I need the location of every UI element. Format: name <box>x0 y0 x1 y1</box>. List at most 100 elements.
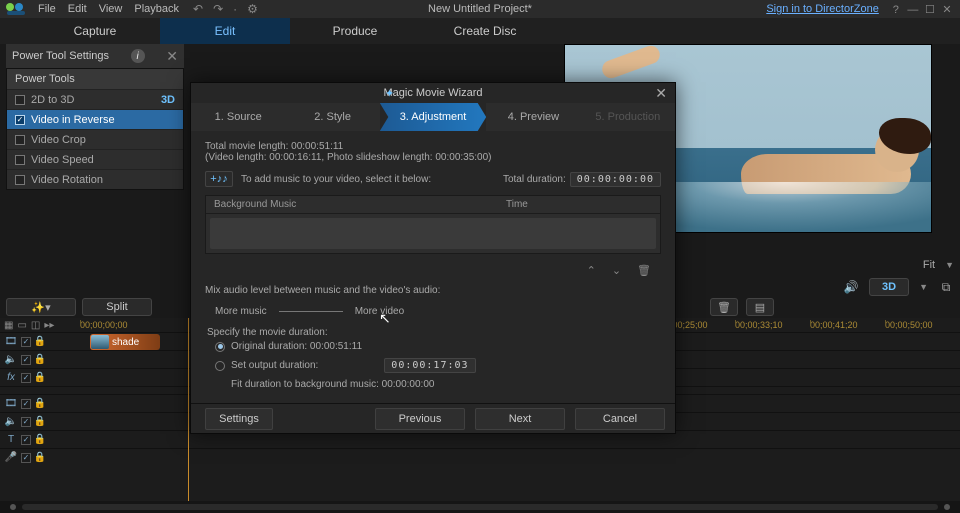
checkbox-icon[interactable] <box>15 95 25 105</box>
volume-icon[interactable]: 🔊 <box>843 279 859 295</box>
fit-duration-label: Fit duration to background music: 00:00:… <box>207 376 659 393</box>
pt-item-video-reverse[interactable]: ✓ Video in Reverse <box>7 109 183 129</box>
zoom-in-icon[interactable] <box>944 504 950 510</box>
step-preview[interactable]: 4. Preview <box>486 103 580 131</box>
slider-track[interactable] <box>279 311 343 312</box>
track-tool-icon[interactable]: ▸▸ <box>44 320 54 331</box>
move-up-icon[interactable]: ⌃ <box>587 264 596 277</box>
chevron-down-icon[interactable]: ▼ <box>919 282 928 292</box>
option-set-output-duration[interactable]: Set output duration: 00:00:17:03 <box>207 355 659 376</box>
step-source[interactable]: 1. Source <box>191 103 285 131</box>
power-tool-title: Power Tool Settings <box>12 50 109 62</box>
pt-item-video-crop[interactable]: Video Crop <box>7 129 183 149</box>
speaker-icon: 🔈 <box>4 415 18 429</box>
horizontal-scrollbar[interactable] <box>0 501 960 513</box>
track-enable-checkbox[interactable]: ✓ <box>21 337 31 347</box>
close-icon[interactable]: ✕ <box>940 3 954 16</box>
track-tool-icon[interactable]: ▦ <box>4 320 13 331</box>
checkbox-icon[interactable] <box>15 135 25 145</box>
pt-item-2d-to-3d[interactable]: 2D to 3D 3D <box>7 89 183 109</box>
gear-icon[interactable]: ⚙ <box>247 2 258 16</box>
tab-edit[interactable]: Edit <box>160 18 290 44</box>
col-time[interactable]: Time <box>506 199 652 210</box>
clip-label: shade <box>112 337 139 348</box>
trash-button[interactable]: 🗑 <box>710 298 738 316</box>
step-production: 5. Production <box>581 103 675 131</box>
close-icon[interactable]: ✕ <box>655 85 667 102</box>
tab-produce[interactable]: Produce <box>290 18 420 44</box>
move-down-icon[interactable]: ⌄ <box>612 264 621 277</box>
radio-icon[interactable] <box>215 342 225 352</box>
settings-button[interactable]: Settings <box>205 408 273 430</box>
arrange-button[interactable]: ▤ <box>746 298 774 316</box>
track-tool-icon[interactable]: ◫ <box>31 320 40 331</box>
wizard-footer: Settings Previous Next Cancel <box>191 403 675 433</box>
track-enable-checkbox[interactable]: ✓ <box>21 435 31 445</box>
lock-icon[interactable]: 🔒 <box>34 372 46 384</box>
undo-icon[interactable]: ↶ <box>193 2 203 16</box>
lock-icon[interactable]: 🔒 <box>34 452 46 464</box>
menu-edit[interactable]: Edit <box>68 3 87 15</box>
mix-label: Mix audio level between music and the vi… <box>205 285 661 296</box>
checkbox-icon[interactable] <box>15 155 25 165</box>
zoom-out-icon[interactable] <box>10 504 16 510</box>
more-music-label: More music <box>215 306 267 317</box>
redo-icon[interactable]: ↷ <box>213 2 223 16</box>
lock-icon[interactable]: 🔒 <box>34 398 46 410</box>
menu-file[interactable]: File <box>38 3 56 15</box>
add-music-button[interactable]: +♪♪ <box>205 171 233 187</box>
lock-icon[interactable]: 🔒 <box>34 336 46 348</box>
previous-button[interactable]: Previous <box>375 408 465 430</box>
radio-icon[interactable] <box>215 361 225 371</box>
video-clip[interactable]: shade <box>90 334 160 350</box>
track-enable-checkbox[interactable]: ✓ <box>21 399 31 409</box>
step-adjustment[interactable]: 3. Adjustment <box>380 103 486 131</box>
info-icon[interactable]: i <box>131 49 145 63</box>
voice-track[interactable]: 🎤✓🔒 <box>0 448 960 466</box>
3d-toggle-button[interactable]: 3D <box>869 278 909 296</box>
menu-playback[interactable]: Playback <box>134 3 179 15</box>
fit-dropdown[interactable]: Fit <box>923 259 935 271</box>
chevron-down-icon[interactable]: ▼ <box>945 260 954 270</box>
power-tools-header: Power Tools <box>7 69 183 89</box>
lock-icon[interactable]: 🔒 <box>34 354 46 366</box>
split-button[interactable]: Split <box>82 298 152 316</box>
set-output-label: Set output duration: <box>231 360 318 371</box>
tab-capture[interactable]: Capture <box>30 18 160 44</box>
tab-create-disc[interactable]: Create Disc <box>420 18 550 44</box>
output-duration-field[interactable]: 00:00:17:03 <box>384 358 475 373</box>
close-panel-icon[interactable]: ✕ <box>166 48 178 65</box>
pt-item-video-rotation[interactable]: Video Rotation <box>7 169 183 189</box>
lock-icon[interactable]: 🔒 <box>34 416 46 428</box>
snapshot-icon[interactable]: ⧉ <box>938 279 954 295</box>
option-original-duration[interactable]: Original duration: 00:00:51:11 <box>207 338 659 355</box>
track-enable-checkbox[interactable]: ✓ <box>21 417 31 427</box>
original-duration-label: Original duration: 00:00:51:11 <box>231 341 362 352</box>
track-enable-checkbox[interactable]: ✓ <box>21 453 31 463</box>
menu-view[interactable]: View <box>99 3 123 15</box>
col-background-music[interactable]: Background Music <box>214 199 506 210</box>
pt-item-video-speed[interactable]: Video Speed <box>7 149 183 169</box>
next-button[interactable]: Next <box>475 408 565 430</box>
cancel-button[interactable]: Cancel <box>575 408 665 430</box>
minimize-icon[interactable]: — <box>906 4 920 16</box>
track-enable-checkbox[interactable]: ✓ <box>21 373 31 383</box>
pt-label: Video Rotation <box>31 174 103 186</box>
ruler-tick: 00;00;00;00 <box>80 320 190 330</box>
maximize-icon[interactable]: ☐ <box>923 3 937 16</box>
help-icon[interactable]: ? <box>889 4 903 16</box>
playhead[interactable] <box>188 318 189 501</box>
lock-icon[interactable]: 🔒 <box>34 434 46 446</box>
delete-icon[interactable]: 🗑 <box>637 264 651 277</box>
magic-wand-button[interactable]: ✨▾ <box>6 298 76 316</box>
checkbox-icon[interactable] <box>15 175 25 185</box>
mix-slider[interactable]: More music More video <box>205 304 661 319</box>
checkbox-icon[interactable]: ✓ <box>15 115 25 125</box>
track-enable-checkbox[interactable]: ✓ <box>21 355 31 365</box>
wizard-title: Magic Movie Wizard <box>383 87 482 99</box>
scrollbar-track[interactable] <box>22 504 938 510</box>
track-tool-icon[interactable]: ▭ <box>17 320 26 331</box>
signin-link[interactable]: Sign in to DirectorZone <box>766 3 879 15</box>
step-style[interactable]: 2. Style <box>285 103 379 131</box>
music-row-selected[interactable] <box>210 218 656 249</box>
